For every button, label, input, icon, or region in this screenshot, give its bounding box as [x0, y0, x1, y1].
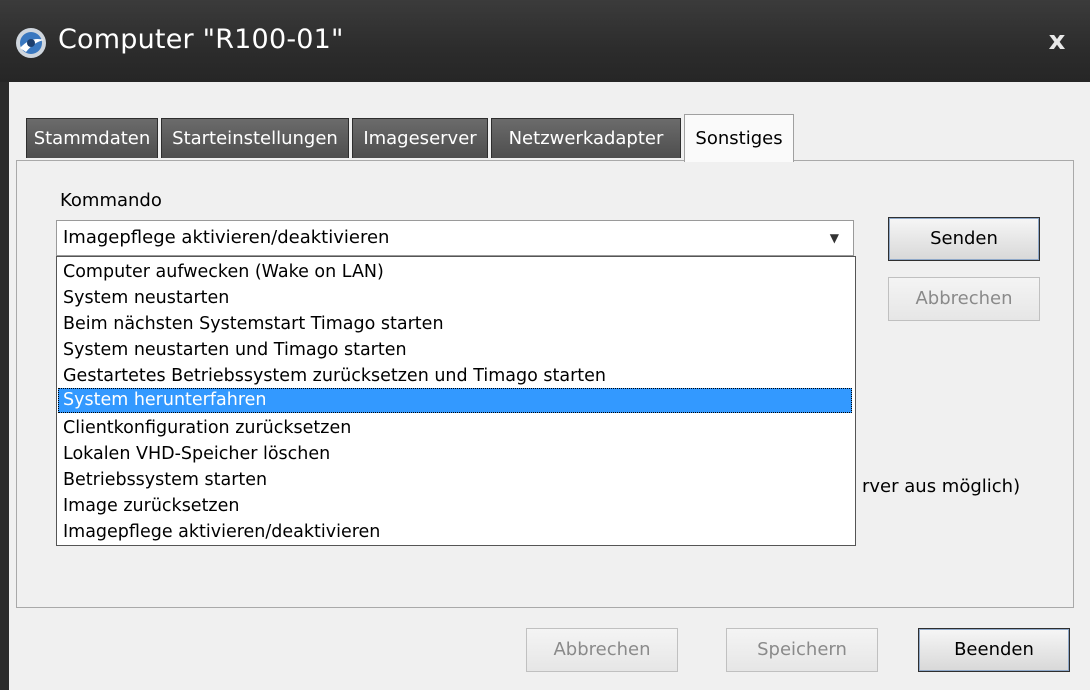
dropdown-option[interactable]: Image zurücksetzen: [58, 494, 852, 519]
dropdown-option[interactable]: Beim nächsten Systemstart Timago starten: [58, 312, 852, 337]
dropdown-option[interactable]: System neustarten und Timago starten: [58, 338, 852, 363]
dropdown-option[interactable]: Computer aufwecken (Wake on LAN): [58, 260, 852, 285]
tab-sonstiges[interactable]: Sonstiges: [684, 114, 794, 162]
dropdown-option[interactable]: Lokalen VHD-Speicher löschen: [58, 442, 852, 467]
dropdown-option-highlighted[interactable]: System herunterfahren: [58, 388, 852, 413]
dropdown-option[interactable]: Gestartetes Betriebssystem zurücksetzen …: [58, 364, 852, 389]
dropdown-option[interactable]: System neustarten: [58, 286, 852, 311]
tab-stammdaten[interactable]: Stammdaten: [26, 118, 158, 158]
dropdown-option[interactable]: Betriebssystem starten: [58, 468, 852, 493]
kommando-selected-value: Imagepflege aktivieren/deaktivieren: [63, 227, 390, 248]
close-icon[interactable]: x: [1042, 24, 1072, 58]
dropdown-option[interactable]: Imagepflege aktivieren/deaktivieren: [58, 520, 852, 545]
window-title: Computer "R100-01": [58, 24, 344, 55]
tab-netzwerkadapter[interactable]: Netzwerkadapter: [491, 118, 681, 158]
kommando-label: Kommando: [60, 190, 162, 211]
cancel-button[interactable]: Abbrechen: [526, 628, 678, 672]
tab-starteinstellungen[interactable]: Starteinstellungen: [161, 118, 349, 158]
close-button[interactable]: Beenden: [918, 628, 1070, 672]
window-border: [0, 82, 9, 690]
dropdown-option[interactable]: Clientkonfiguration zurücksetzen: [58, 416, 852, 441]
app-logo-icon: [16, 28, 46, 58]
tab-imageserver[interactable]: Imageserver: [352, 118, 488, 158]
kommando-dropdown-list: Computer aufwecken (Wake on LAN) System …: [56, 256, 856, 546]
save-button[interactable]: Speichern: [726, 628, 878, 672]
partially-hidden-text: rver aus möglich): [862, 476, 1021, 497]
chevron-down-icon[interactable]: ▼: [830, 227, 839, 249]
send-button[interactable]: Senden: [888, 217, 1040, 261]
kommando-select[interactable]: Imagepflege aktivieren/deaktivieren ▼: [56, 220, 854, 256]
abort-command-button[interactable]: Abbrechen: [888, 277, 1040, 321]
title-bar: Computer "R100-01" x: [0, 0, 1090, 82]
